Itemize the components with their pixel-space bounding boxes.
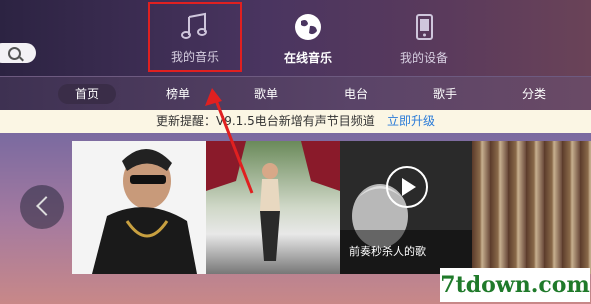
watermark: 7tdown.com xyxy=(440,268,590,302)
red-arrow-annotation xyxy=(205,88,254,194)
